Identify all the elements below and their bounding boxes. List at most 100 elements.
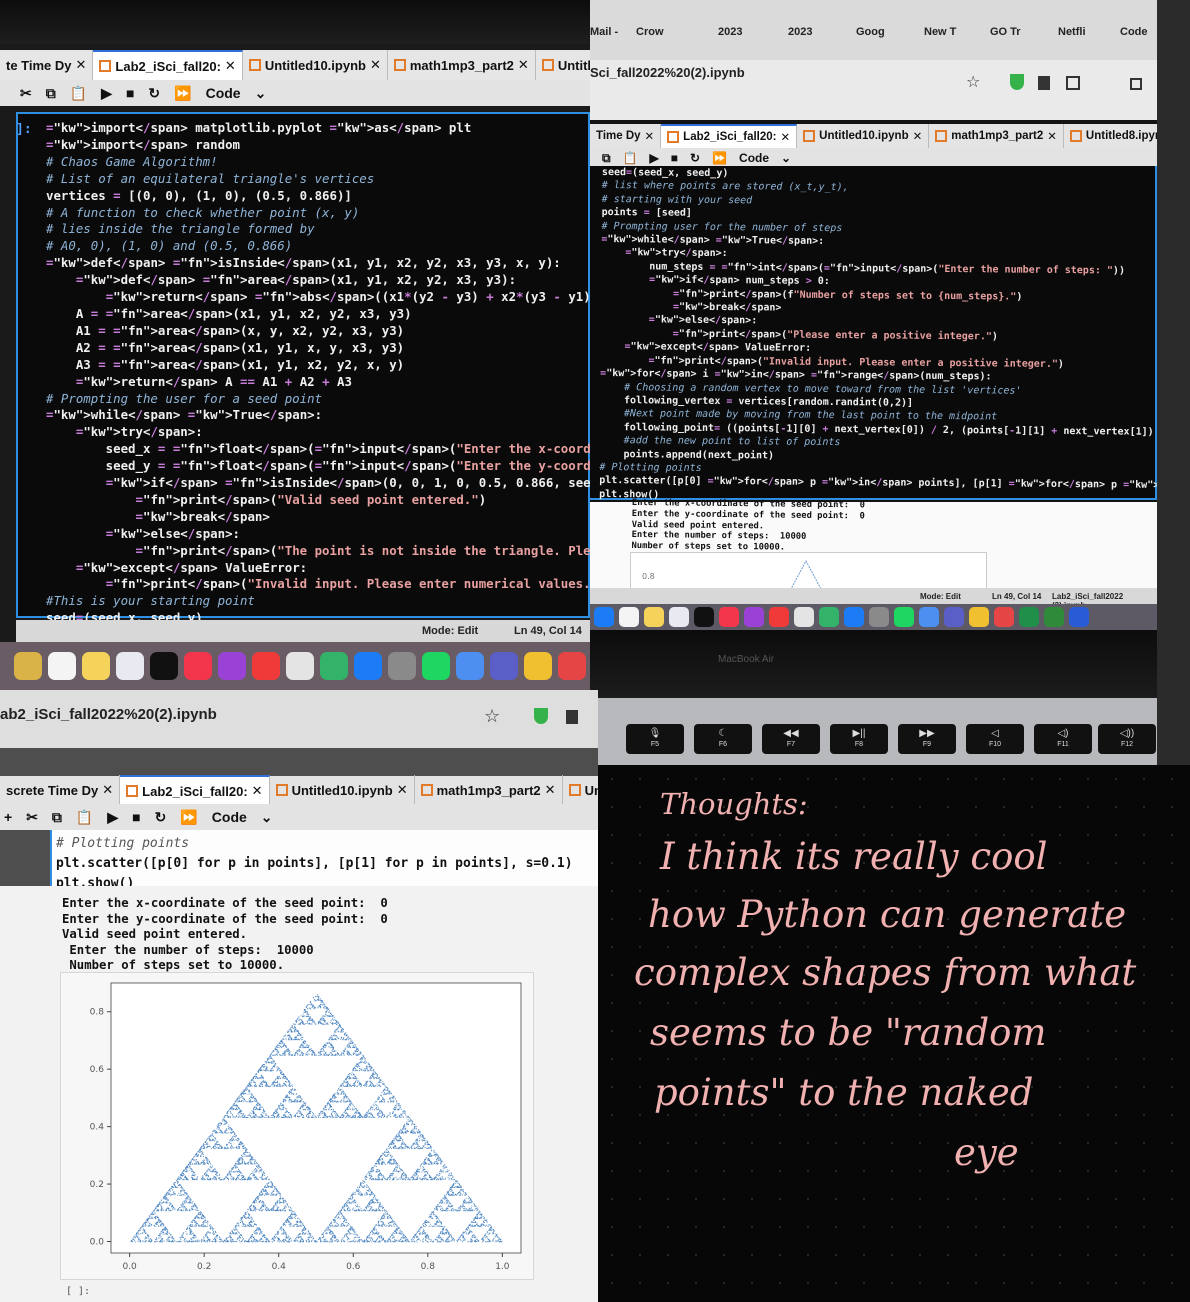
tab-untitled10[interactable]: Untitled10.ipynb ✕ — [797, 124, 930, 148]
paste-icon[interactable]: 📋 — [623, 151, 638, 165]
app-icon[interactable] — [1044, 607, 1064, 627]
copy-icon[interactable]: ⧉ — [602, 151, 611, 166]
f9-key[interactable]: ▶▶ F9 — [898, 724, 956, 754]
cell-type-select[interactable]: Code — [206, 85, 241, 101]
tab-lab2[interactable]: Lab2_iSci_fall20: ✕ — [93, 50, 243, 80]
bookmark-item[interactable]: 2023 — [718, 26, 742, 38]
code-editor[interactable]: seed=(seed_x, seed_y) # list where point… — [599, 166, 1157, 507]
run-icon[interactable]: ▶ — [107, 809, 118, 826]
f11-key[interactable]: ◁) F11 — [1034, 724, 1092, 754]
stop-icon[interactable]: ■ — [126, 85, 134, 101]
bookmark-item[interactable]: Netfli — [1058, 26, 1086, 38]
music-icon[interactable] — [184, 652, 212, 680]
news-icon[interactable] — [252, 652, 280, 680]
excel-icon[interactable] — [1019, 607, 1039, 627]
restart-icon[interactable]: ↻ — [148, 85, 160, 102]
defender-icon[interactable] — [456, 652, 484, 680]
address-bar[interactable]: ab2_iSci_fall2022%20(2).ipynb ☆ — [0, 690, 598, 748]
podcasts-icon[interactable] — [218, 652, 246, 680]
extension-icon[interactable] — [566, 710, 578, 724]
chrome-icon[interactable] — [524, 652, 552, 680]
tab-math1mp3[interactable]: math1mp3_part2 ✕ — [388, 50, 536, 80]
restart-icon[interactable]: ↻ — [690, 151, 700, 165]
freeform-icon[interactable] — [116, 652, 144, 680]
numbers-icon[interactable] — [320, 652, 348, 680]
close-icon[interactable]: ✕ — [781, 130, 791, 144]
notes-icon[interactable] — [644, 607, 664, 627]
url-text[interactable]: Sci_fall2022%20(2).ipynb — [590, 65, 745, 80]
f6-key[interactable]: ☾ F6 — [694, 724, 752, 754]
f10-key[interactable]: ◁ F10 — [966, 724, 1024, 754]
system-settings-icon[interactable] — [388, 652, 416, 680]
address-bar[interactable]: Sci_fall2022%20(2).ipynb ☆ — [590, 60, 1157, 120]
run-icon[interactable]: ▶ — [101, 85, 112, 102]
close-icon[interactable]: ✕ — [518, 57, 529, 73]
notes-icon[interactable] — [82, 652, 110, 680]
close-icon[interactable]: ✕ — [225, 58, 236, 74]
close-icon[interactable]: ✕ — [102, 782, 113, 798]
close-icon[interactable]: ✕ — [252, 783, 263, 799]
tab-lab2[interactable]: Lab2_iSci_fall20: ✕ — [661, 124, 798, 148]
cut-icon[interactable]: ✂ — [26, 809, 38, 826]
fast-forward-icon[interactable]: ⏩ — [180, 809, 197, 826]
keynote-icon[interactable] — [286, 652, 314, 680]
add-cell-icon[interactable]: + — [4, 809, 12, 825]
url-text[interactable]: ab2_iSci_fall2022%20(2).ipynb — [0, 706, 217, 723]
shield-icon[interactable] — [534, 708, 548, 724]
cell-type-select[interactable]: Code — [739, 151, 769, 165]
f7-key[interactable]: ◀◀ F7 — [762, 724, 820, 754]
podcasts-icon[interactable] — [744, 607, 764, 627]
zotero-icon[interactable] — [558, 652, 586, 680]
teams-icon[interactable] — [944, 607, 964, 627]
bookmark-item[interactable]: Mail - — [590, 26, 618, 38]
tab-discrete-time[interactable]: te Time Dy ✕ — [0, 50, 94, 80]
app-store-icon[interactable] — [354, 652, 382, 680]
cut-icon[interactable]: ✂ — [20, 85, 32, 102]
tab-untitled[interactable]: Untitle — [536, 50, 590, 80]
bookmark-item[interactable]: Crow — [636, 26, 664, 38]
close-icon[interactable]: ✕ — [645, 129, 655, 143]
close-icon[interactable]: ✕ — [1047, 129, 1057, 143]
teams-icon[interactable] — [490, 652, 518, 680]
outlook-icon[interactable] — [1069, 607, 1089, 627]
cell-type-select[interactable]: Code — [212, 809, 247, 825]
bookmark-item[interactable]: Goog — [856, 26, 885, 38]
close-icon[interactable]: ✕ — [76, 57, 87, 73]
restart-icon[interactable]: ↻ — [155, 809, 167, 826]
bookmark-item[interactable]: GO Tr — [990, 26, 1021, 38]
tab-lab2[interactable]: Lab2_iSci_fall20: ✕ — [120, 775, 270, 805]
puzzle-icon[interactable] — [1066, 76, 1080, 90]
bookmark-item[interactable]: New T — [924, 26, 956, 38]
tab-untitled[interactable]: Untitle — [563, 775, 598, 805]
reminders-icon[interactable] — [619, 607, 639, 627]
code-editor[interactable]: # Plotting points plt.scatter([p[0] for … — [56, 834, 573, 894]
spotify-icon[interactable] — [422, 652, 450, 680]
finder-icon[interactable] — [594, 607, 614, 627]
copy-icon[interactable]: ⧉ — [46, 85, 56, 102]
apple-tv-icon[interactable] — [694, 607, 714, 627]
close-icon[interactable]: ✕ — [370, 57, 381, 73]
close-icon[interactable]: ✕ — [913, 129, 923, 143]
extension-icon[interactable] — [1038, 76, 1050, 90]
star-icon[interactable]: ☆ — [966, 72, 980, 91]
bookmark-item[interactable]: Code — [1120, 26, 1148, 38]
music-icon[interactable] — [719, 607, 739, 627]
close-icon[interactable]: ✕ — [397, 782, 408, 798]
tab-untitled10[interactable]: Untitled10.ipynb ✕ — [243, 50, 388, 80]
paste-icon[interactable]: 📋 — [76, 809, 93, 826]
star-icon[interactable]: ☆ — [484, 706, 500, 727]
close-icon[interactable]: ✕ — [545, 782, 556, 798]
f12-key[interactable]: ◁)) F12 — [1098, 724, 1156, 754]
zotero-icon[interactable] — [994, 607, 1014, 627]
reminders-icon[interactable] — [48, 652, 76, 680]
shield-icon[interactable] — [1010, 74, 1024, 90]
defender-icon[interactable] — [919, 607, 939, 627]
tab-math1mp3[interactable]: math1mp3_part2 ✕ — [415, 775, 563, 805]
app-icon[interactable] — [14, 652, 42, 680]
f5-key[interactable]: 🎙 F5 — [626, 724, 684, 754]
numbers-icon[interactable] — [819, 607, 839, 627]
chevron-down-icon[interactable]: ⌄ — [255, 85, 267, 102]
fast-forward-icon[interactable]: ⏩ — [174, 85, 191, 102]
spotify-icon[interactable] — [894, 607, 914, 627]
chevron-down-icon[interactable]: ⌄ — [261, 809, 273, 826]
